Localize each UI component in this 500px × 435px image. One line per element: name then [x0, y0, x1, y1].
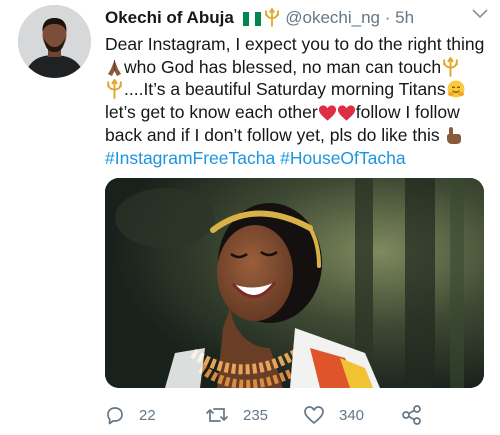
- tweet-text-segment: Dear Instagram, I expect you to do the r…: [105, 34, 485, 54]
- pointing-hand-icon: [446, 126, 461, 144]
- reply-icon: [107, 407, 123, 425]
- avatar[interactable]: [18, 5, 91, 78]
- tweet-text-segment: let’s get to know each other: [105, 102, 318, 123]
- tweet-header: Okechi of Abuja @okechi_ng · 5h: [105, 6, 490, 32]
- share-icon: [402, 405, 421, 425]
- like-icon: [304, 406, 324, 424]
- tweet-text-line: back and if I don’t follow yet, pls do l…: [105, 124, 490, 147]
- reply-count: 22: [139, 406, 156, 424]
- chevron-down-icon[interactable]: [472, 9, 488, 19]
- tweet-text: Dear Instagram, I expect you to do the r…: [105, 33, 490, 169]
- red-heart-icon: [318, 105, 336, 121]
- timestamp[interactable]: 5h: [395, 8, 414, 27]
- tweet-card[interactable]: Okechi of Abuja @okechi_ng · 5h Dear Ins…: [0, 0, 500, 435]
- hugging-face-icon: [447, 80, 465, 98]
- retweet-count: 235: [243, 406, 269, 424]
- reply-button[interactable]: 22: [105, 400, 156, 430]
- trident-icon: [264, 8, 279, 27]
- trident-icon: [107, 79, 122, 100]
- nigeria-flag-icon: [242, 12, 261, 26]
- tweet-text-line: who God has blessed, no man can touch: [105, 56, 490, 79]
- trident-icon: [443, 56, 458, 77]
- tweet-text-line: ....It’s a beautiful Saturday morning Ti…: [105, 78, 490, 101]
- tweet-text-line: let’s get to know each other follow I fo…: [105, 101, 490, 124]
- tweet-text-segment: ....It’s a beautiful Saturday morning Ti…: [124, 79, 446, 100]
- tweet-text-line: #InstagramFreeTacha #HouseOfTacha: [105, 147, 490, 170]
- folded-hands-icon: [108, 59, 121, 76]
- tweet-text-segment: back and if I don’t follow yet, pls do l…: [105, 124, 440, 145]
- share-button[interactable]: [401, 400, 423, 430]
- tweet-text-segment: who God has blessed, no man can touch: [124, 56, 442, 77]
- retweet-button[interactable]: 235: [205, 400, 268, 430]
- user-handle[interactable]: @okechi_ng: [285, 8, 380, 27]
- tweet-text-segment: follow I follow: [355, 102, 460, 123]
- tweet-photo[interactable]: [105, 178, 484, 388]
- tweet-actions: 22 235 340: [105, 400, 485, 430]
- like-count: 340: [339, 406, 365, 424]
- retweet-icon: [206, 408, 228, 422]
- hashtag-link[interactable]: #HouseOfTacha: [280, 148, 406, 168]
- red-heart-icon: [337, 105, 355, 121]
- hashtag-link[interactable]: #InstagramFreeTacha: [105, 148, 275, 168]
- separator-dot: ·: [384, 8, 391, 27]
- like-button[interactable]: 340: [303, 400, 364, 430]
- tweet-text-line: Dear Instagram, I expect you to do the r…: [105, 33, 490, 56]
- display-name[interactable]: Okechi of Abuja: [105, 8, 234, 27]
